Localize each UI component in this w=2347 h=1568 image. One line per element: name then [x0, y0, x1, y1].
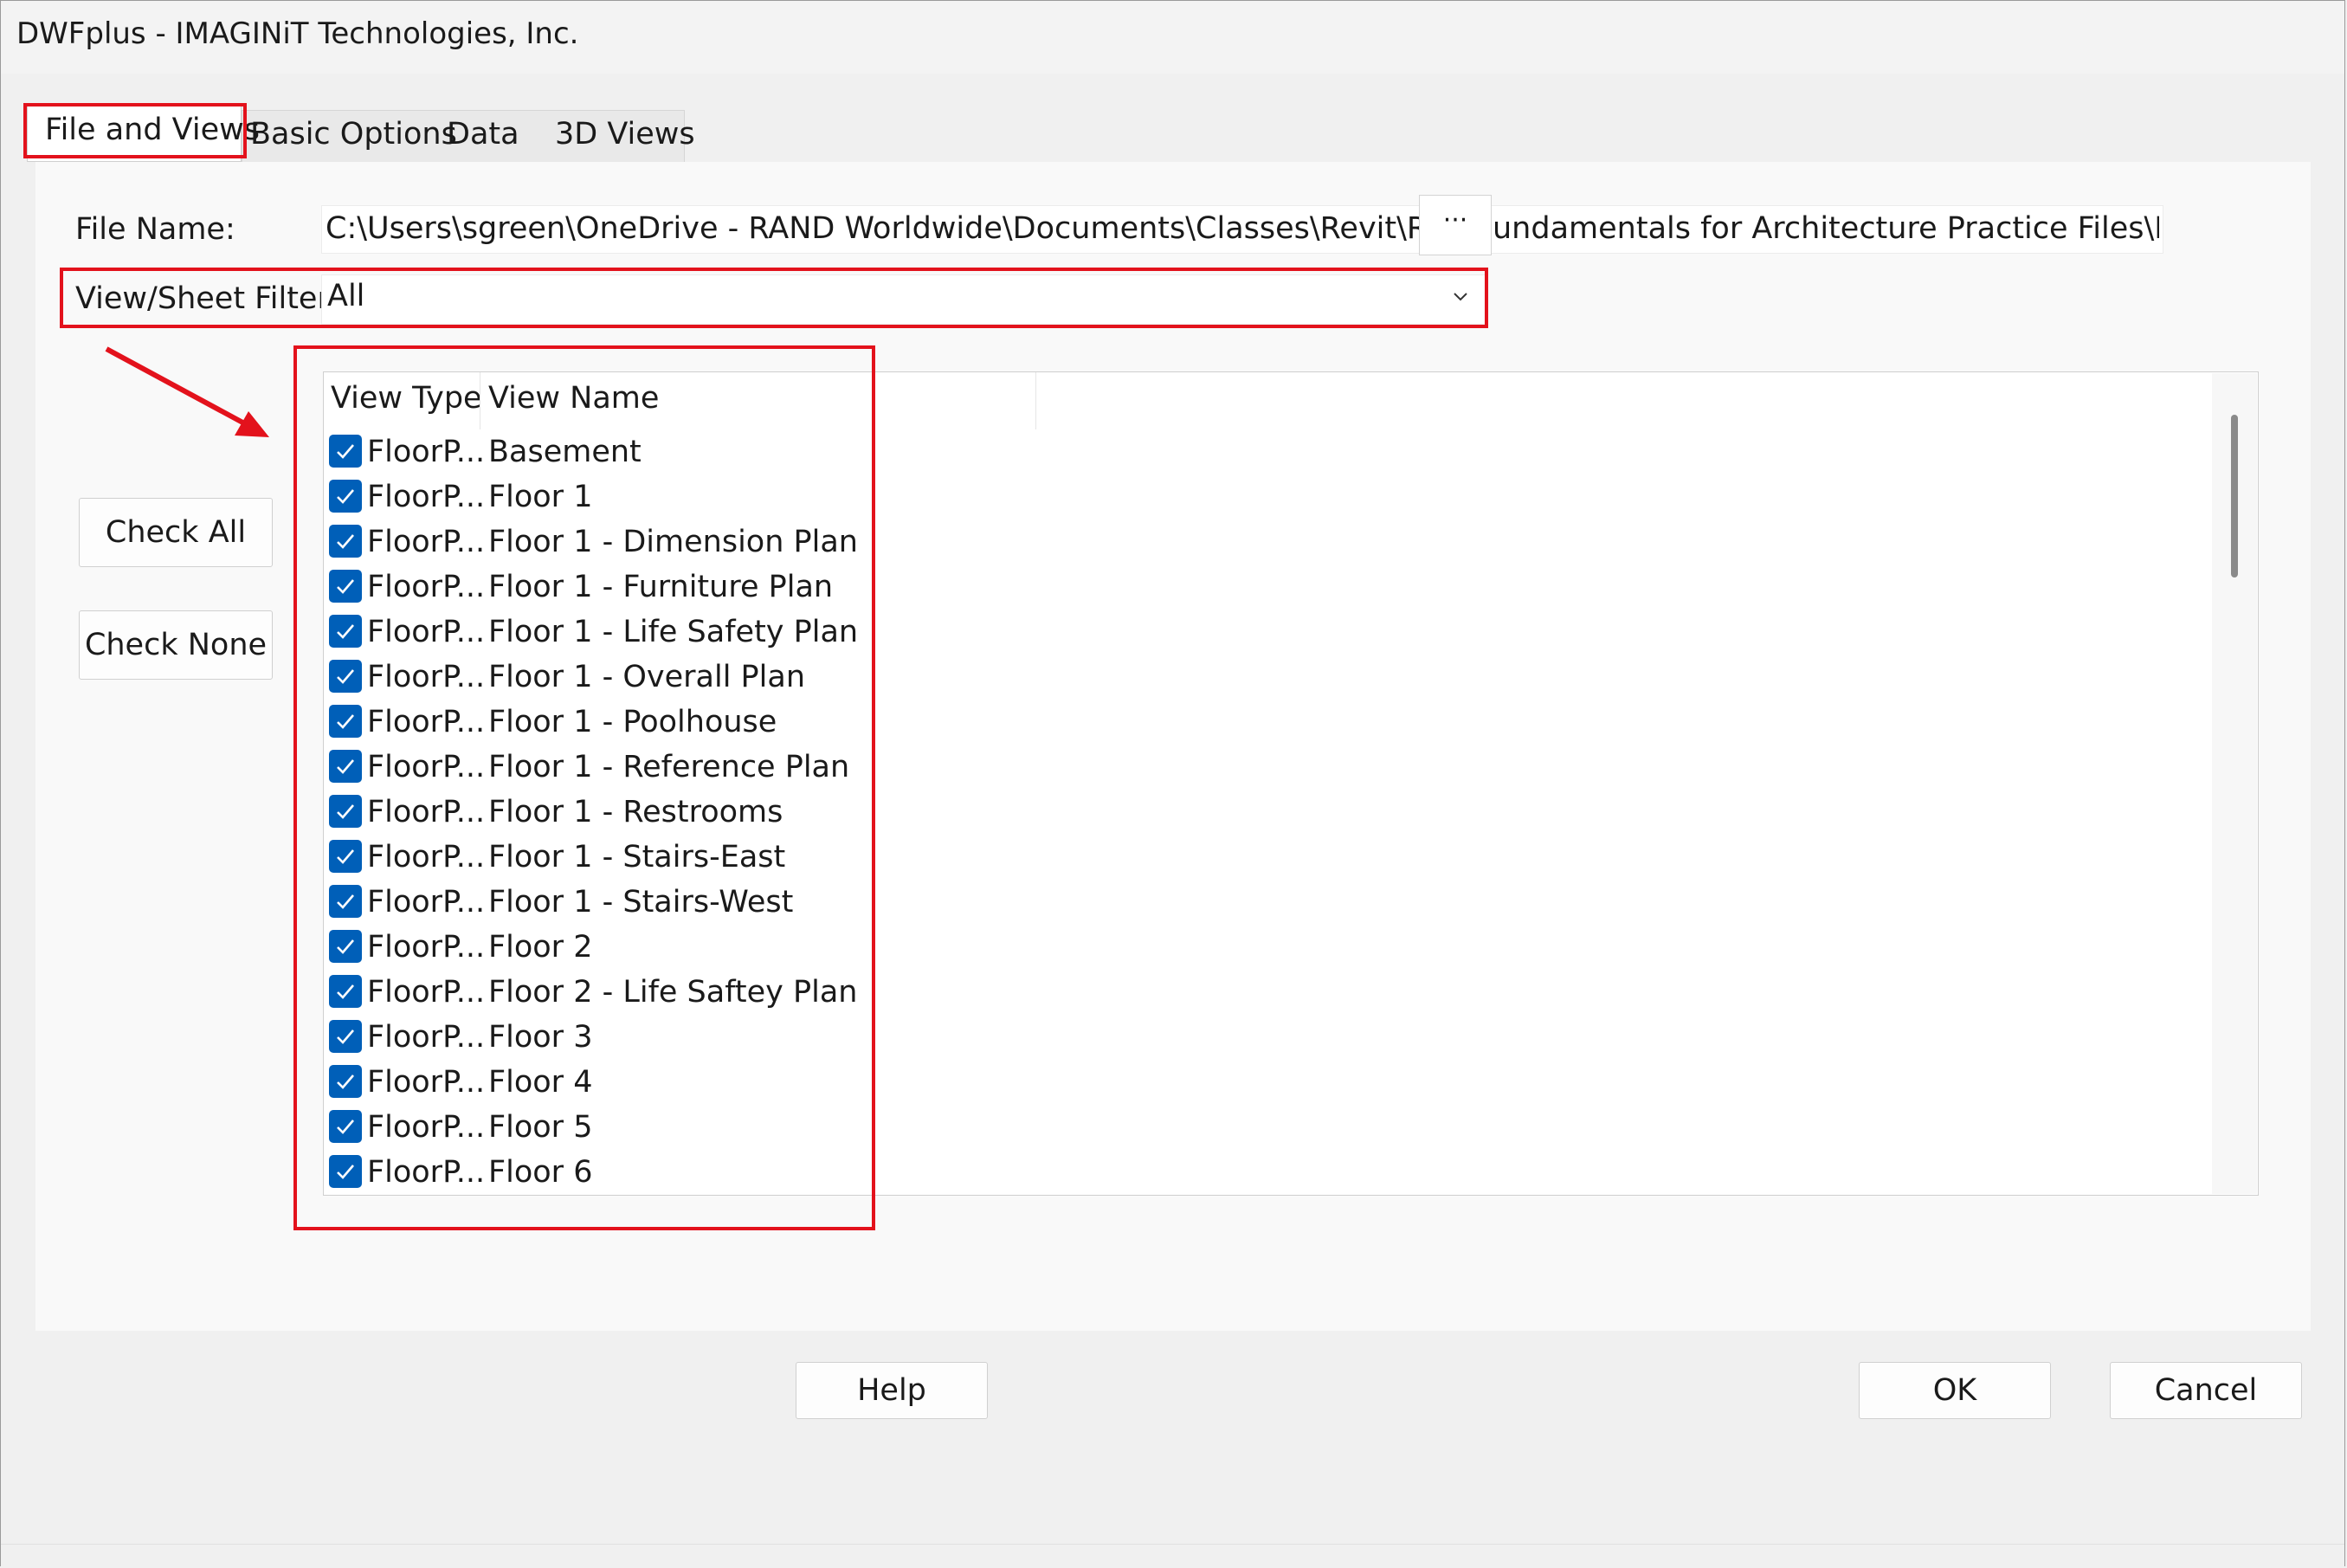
file-name-field[interactable]: C:\Users\sgreen\OneDrive - RAND Worldwid…	[321, 205, 2163, 254]
list-scrollbar[interactable]	[2212, 373, 2257, 1194]
file-path-start: C:\Users\sgreen\OneDrive - RAND Worldwid…	[326, 211, 1420, 246]
tab-3d-views[interactable]: 3D Views	[555, 117, 695, 152]
browse-button[interactable]: ···	[1419, 195, 1492, 255]
dialog-window: DWFplus - IMAGINiT Technologies, Inc. Fi…	[0, 0, 2345, 1568]
annotation-arrow-icon	[105, 346, 269, 437]
help-button[interactable]: Help	[796, 1362, 988, 1419]
tab-data[interactable]: Data	[447, 117, 519, 152]
ok-button[interactable]: OK	[1859, 1362, 2051, 1419]
check-all-button[interactable]: Check All	[79, 498, 273, 567]
status-strip	[1, 1544, 2344, 1568]
column-divider[interactable]	[1035, 372, 1036, 429]
window-title: DWFplus - IMAGINiT Technologies, Inc.	[16, 16, 579, 51]
title-bar: DWFplus - IMAGINiT Technologies, Inc.	[1, 1, 2344, 74]
annotation-box-filter	[60, 268, 1488, 328]
file-name-label: File Name:	[75, 212, 235, 247]
cancel-button[interactable]: Cancel	[2110, 1362, 2302, 1419]
file-path-end: undamentals for Architecture Practice Fi…	[1493, 211, 2159, 246]
check-none-button[interactable]: Check None	[79, 610, 273, 680]
annotation-box-tab	[23, 103, 247, 158]
annotation-box-list	[293, 345, 875, 1230]
tab-basic-options[interactable]: Basic Options	[250, 117, 457, 152]
scrollbar-thumb[interactable]	[2231, 415, 2238, 578]
